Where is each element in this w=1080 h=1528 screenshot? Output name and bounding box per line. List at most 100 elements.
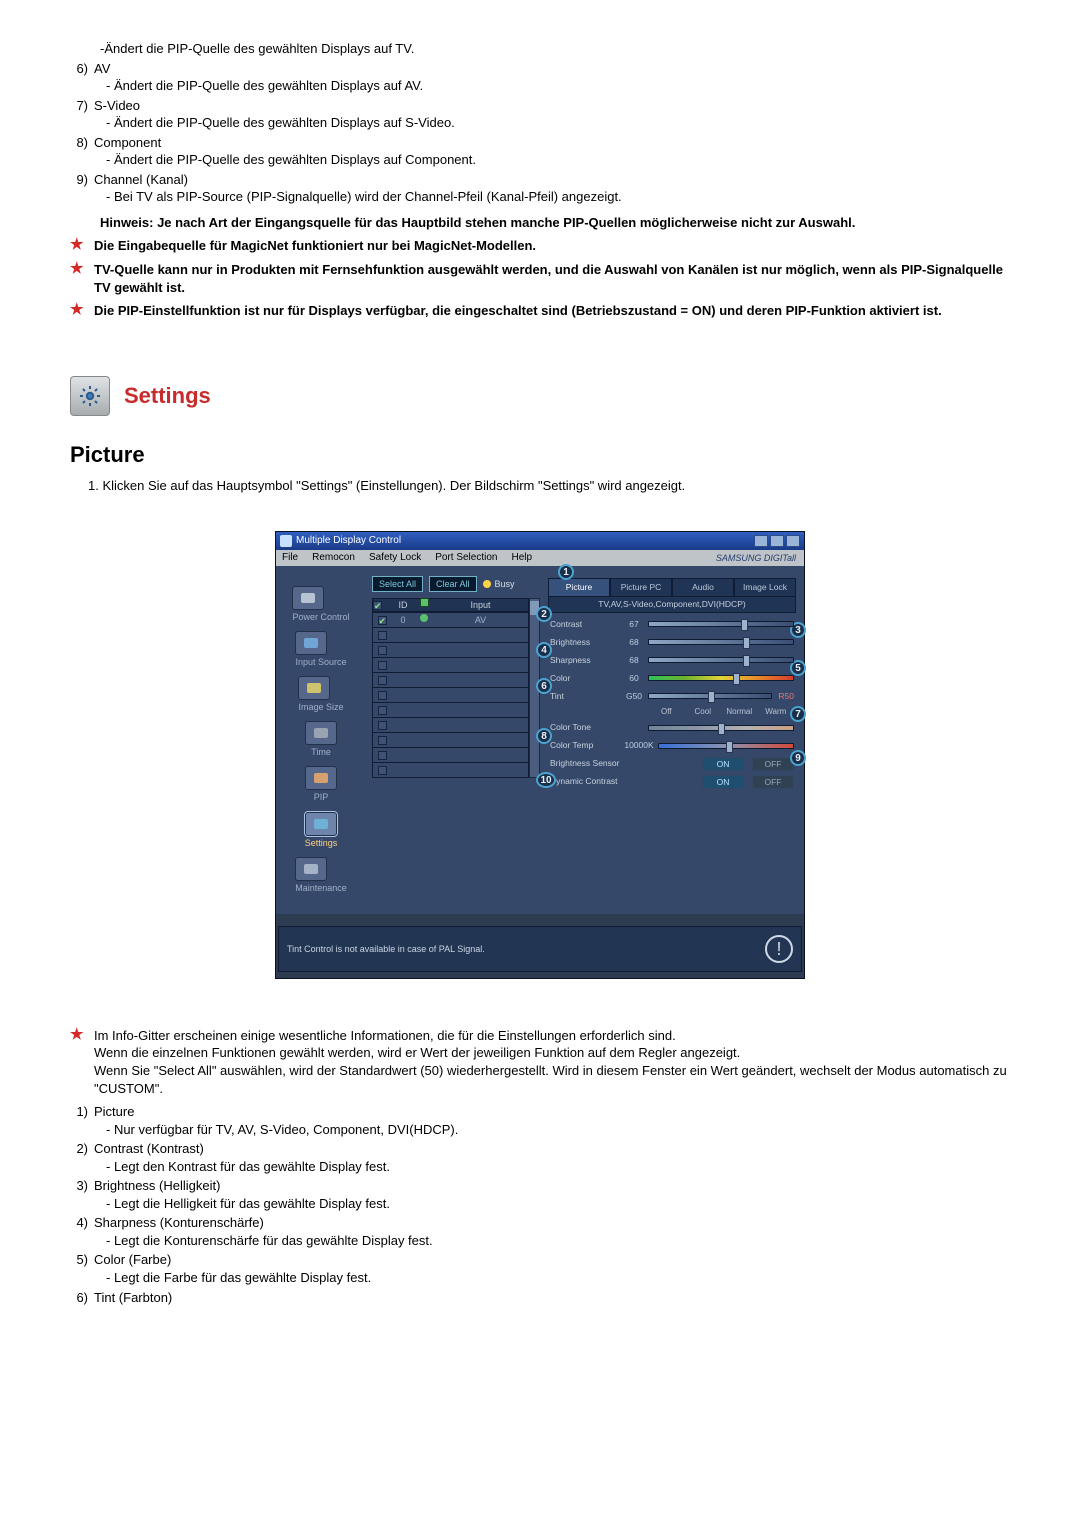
star-icon: ★ (70, 1027, 94, 1097)
star-icon: ★ (70, 261, 94, 296)
picture-subtitle: Picture (70, 440, 1010, 470)
list-item: 8)Component- Ändert die PIP-Quelle des g… (70, 134, 1010, 169)
sidebar-item[interactable]: Input Source (295, 631, 346, 668)
callout-10: 10 (536, 772, 556, 788)
slider-color[interactable]: Color60 (550, 669, 794, 687)
menubar: File Remocon Safety Lock Port Selection Help… (276, 550, 804, 566)
table-row[interactable] (373, 732, 528, 747)
select-all-button[interactable]: Select All (372, 576, 423, 592)
callout-4: 4 (536, 642, 552, 658)
table-row[interactable] (373, 642, 528, 657)
intro-line: -Ändert die PIP-Quelle des gewählten Dis… (100, 40, 1010, 58)
sidebar: Power Control Input Source Image Size Time P… (276, 566, 366, 914)
window-title: Multiple Display Control (296, 534, 754, 548)
brand-label: SAMSUNG DIGITall (716, 552, 804, 564)
table-row[interactable] (373, 717, 528, 732)
callout-6: 6 (536, 678, 552, 694)
settings-header: Settings (70, 376, 1010, 416)
slider-brightness[interactable]: Brightness68 (550, 633, 794, 651)
callout-8: 8 (536, 728, 552, 744)
list-item: 3)Brightness (Helligkeit)- Legt die Hell… (70, 1177, 1010, 1212)
slider-color-tone[interactable]: Color Tone (550, 719, 794, 737)
table-row[interactable] (373, 747, 528, 762)
star-notes: ★Die Eingabequelle für MagicNet funktion… (70, 237, 1010, 319)
sidebar-item[interactable]: Image Size (298, 676, 343, 713)
sidebar-item[interactable]: Power Control (292, 586, 349, 623)
sidebar-item[interactable]: Settings (305, 812, 338, 849)
table-row[interactable]: 0AV (373, 612, 528, 627)
menu-item[interactable]: Safety Lock (369, 551, 421, 565)
page-content: -Ändert die PIP-Quelle des gewählten Dis… (0, 0, 1080, 1368)
color-tone-labels: OffCoolNormalWarm (648, 707, 794, 718)
display-list: 0AV (372, 612, 529, 778)
hinweis: Hinweis: Je nach Art der Eingangsquelle … (100, 214, 1010, 232)
col-input: Input (433, 599, 528, 611)
tab[interactable]: Picture (548, 578, 610, 596)
sidebar-item[interactable]: Maintenance (295, 857, 347, 894)
star-icon: ★ (70, 237, 94, 255)
tab[interactable]: Audio (672, 578, 734, 596)
callout-2: 2 (536, 606, 552, 622)
table-row[interactable] (373, 672, 528, 687)
menu-item[interactable]: Port Selection (435, 551, 497, 565)
table-row[interactable] (373, 687, 528, 702)
dc-off[interactable]: OFF (752, 775, 794, 789)
table-row[interactable] (373, 702, 528, 717)
list-item: 6)AV- Ändert die PIP-Quelle des gewählte… (70, 60, 1010, 95)
slider-sharpness[interactable]: Sharpness68 (550, 651, 794, 669)
tab[interactable]: Image Lock (734, 578, 796, 596)
picture-desc: 1. Klicken Sie auf das Hauptsymbol "Sett… (88, 477, 1010, 495)
settings-icon (70, 376, 110, 416)
busy-indicator: Busy (483, 578, 515, 590)
list-item: 9)Channel (Kanal)- Bei TV als PIP-Source… (70, 171, 1010, 206)
table-row[interactable] (373, 762, 528, 777)
callout-7: 7 (790, 706, 806, 722)
slider-contrast[interactable]: Contrast67 (550, 615, 794, 633)
list-header: ID Input (372, 598, 529, 612)
bs-off[interactable]: OFF (752, 757, 794, 771)
sidebar-item[interactable]: Time (305, 721, 337, 758)
min-button[interactable] (754, 535, 768, 547)
dynamic-contrast-row: Dynamic Contrast ON OFF (550, 773, 794, 791)
callout-1: 1 (558, 564, 574, 580)
titlebar: Multiple Display Control (276, 532, 804, 550)
menu-item[interactable]: File (282, 551, 298, 565)
star-icon: ★ (70, 302, 94, 320)
max-button[interactable] (770, 535, 784, 547)
settings-title: Settings (124, 381, 211, 411)
dc-on[interactable]: ON (702, 775, 744, 789)
table-row[interactable] (373, 657, 528, 672)
app-icon (280, 535, 292, 547)
table-row[interactable] (373, 627, 528, 642)
close-button[interactable] (786, 535, 800, 547)
list-item: 2)Contrast (Kontrast)- Legt den Kontrast… (70, 1140, 1010, 1175)
app-window: Multiple Display Control File Remocon Safe… (275, 531, 805, 979)
header-checkbox[interactable] (373, 601, 382, 610)
numbered-list-2: 1)Picture- Nur verfügbar für TV, AV, S-V… (70, 1103, 1010, 1306)
menu-item[interactable]: Help (511, 551, 532, 565)
star-note: ★Die PIP-Einstellfunktion ist nur für Di… (70, 302, 1010, 320)
display-list-panel: Select All Clear All Busy ID Input (366, 566, 546, 914)
subheader: TV,AV,S-Video,Component,DVI(HDCP) (548, 596, 796, 613)
settings-panel: 1 2 3 4 5 6 7 8 9 10 PicturePicture PCAu… (546, 566, 804, 914)
star-note: ★TV-Quelle kann nur in Produkten mit Fer… (70, 261, 1010, 296)
tab-row: PicturePicture PCAudioImage Lock (548, 578, 796, 596)
menu-item[interactable]: Remocon (312, 551, 355, 565)
slider-tint[interactable]: TintG50 R50 (550, 687, 794, 705)
star-note: ★Die Eingabequelle für MagicNet funktion… (70, 237, 1010, 255)
tip-box: Tint Control is not available in case of… (278, 926, 802, 972)
sidebar-item[interactable]: PIP (305, 766, 337, 803)
screenshot: Multiple Display Control File Remocon Safe… (70, 531, 1010, 979)
list-item: 4)Sharpness (Konturenschärfe)- Legt die … (70, 1214, 1010, 1249)
clear-all-button[interactable]: Clear All (429, 576, 477, 592)
list-item: 7)S-Video- Ändert die PIP-Quelle des gew… (70, 97, 1010, 132)
list-item: 1)Picture- Nur verfügbar für TV, AV, S-V… (70, 1103, 1010, 1138)
col-id: ID (391, 599, 415, 611)
slider-color-temp[interactable]: Color Temp10000K (550, 737, 794, 755)
bs-on[interactable]: ON (702, 757, 744, 771)
info-note: ★ Im Info-Gitter erscheinen einige wesen… (70, 1027, 1010, 1097)
list-item: 6)Tint (Farbton) (70, 1289, 1010, 1307)
numbered-list-1: 6)AV- Ändert die PIP-Quelle des gewählte… (70, 60, 1010, 206)
brightness-sensor-row: Brightness Sensor ON OFF (550, 755, 794, 773)
tab[interactable]: Picture PC (610, 578, 672, 596)
